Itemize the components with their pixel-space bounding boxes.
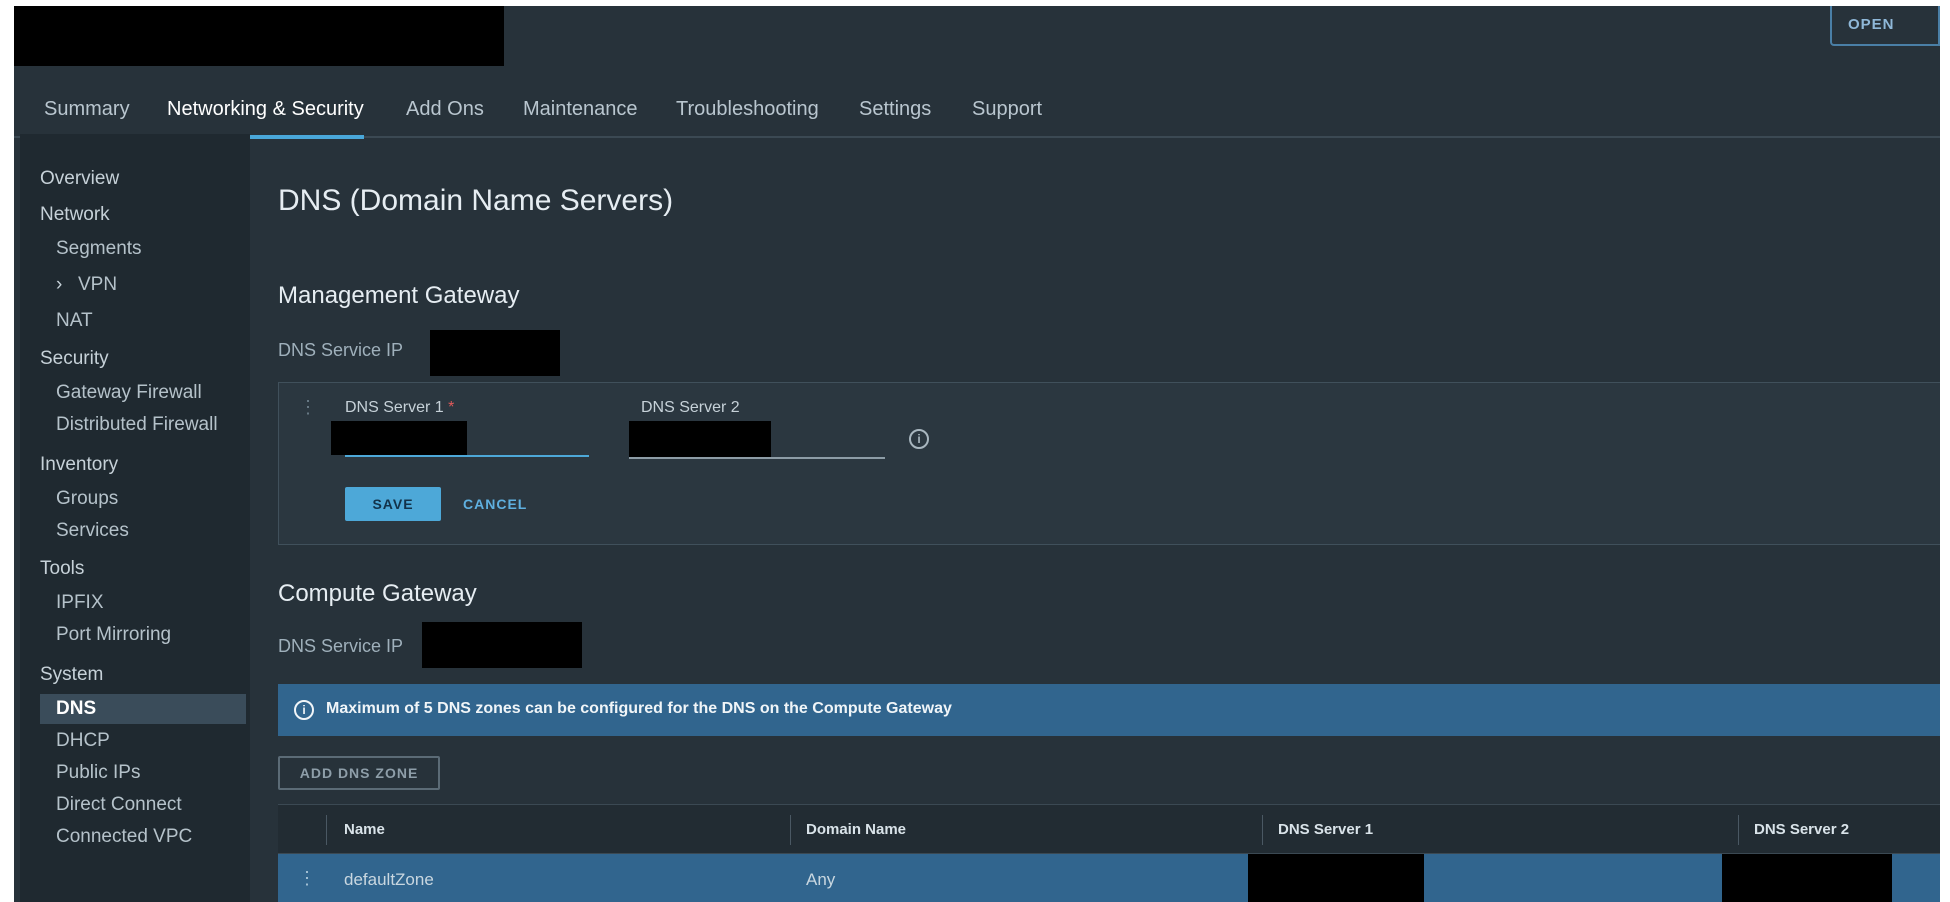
sidebar-item-services[interactable]: Services bbox=[20, 516, 250, 546]
tab-networking-security[interactable]: Networking & Security bbox=[167, 98, 364, 139]
compute-gateway-heading: Compute Gateway bbox=[278, 580, 477, 607]
save-button[interactable]: SAVE bbox=[345, 487, 441, 521]
sidebar-item-vpn[interactable]: › VPN bbox=[20, 270, 250, 300]
dns-server-1-input[interactable] bbox=[331, 421, 467, 455]
table-header: Name Domain Name DNS Server 1 DNS Server… bbox=[278, 804, 1940, 854]
dns-server-2-underline bbox=[629, 457, 885, 459]
sidebar-item-port-mirroring[interactable]: Port Mirroring bbox=[20, 620, 250, 650]
sidebar-item-connected-vpc[interactable]: Connected VPC bbox=[20, 822, 250, 852]
sidebar-item-dns[interactable]: DNS bbox=[40, 694, 246, 724]
sidebar-item-public-ips[interactable]: Public IPs bbox=[20, 758, 250, 788]
sidebar-item-direct-connect[interactable]: Direct Connect bbox=[20, 790, 250, 820]
cell-dns-server-1 bbox=[1248, 854, 1424, 902]
tab-add-ons[interactable]: Add Ons bbox=[406, 98, 484, 135]
sidebar-item-ipfix[interactable]: IPFIX bbox=[20, 588, 250, 618]
cgw-dns-service-ip-value bbox=[422, 622, 582, 668]
mgmt-dns-service-ip-label: DNS Service IP bbox=[278, 340, 404, 360]
sidebar-item-gateway-firewall[interactable]: Gateway Firewall bbox=[20, 378, 250, 408]
cancel-button[interactable]: CANCEL bbox=[463, 487, 527, 521]
sidebar-item-segments[interactable]: Segments bbox=[20, 234, 250, 264]
column-separator bbox=[1738, 815, 1739, 845]
dns-server-1-label-text: DNS Server 1 bbox=[345, 399, 444, 416]
app-frame: OPEN Summary Networking & Security Add O… bbox=[14, 6, 1940, 902]
column-header-domain-name[interactable]: Domain Name bbox=[806, 821, 906, 838]
tab-troubleshooting[interactable]: Troubleshooting bbox=[676, 98, 819, 135]
sidebar-item-overview[interactable]: Overview bbox=[20, 164, 250, 194]
add-dns-zone-button[interactable]: ADD DNS ZONE bbox=[278, 756, 440, 790]
cell-name: defaultZone bbox=[344, 870, 434, 889]
mgmt-dns-service-ip-value bbox=[430, 330, 560, 376]
sidebar-group-system: System bbox=[40, 664, 104, 685]
dns-server-2-input[interactable] bbox=[629, 421, 771, 459]
sidebar-item-distributed-firewall[interactable]: Distributed Firewall bbox=[20, 410, 250, 440]
dns-server-1-underline bbox=[345, 455, 589, 457]
open-button[interactable]: OPEN bbox=[1830, 6, 1940, 46]
mgmt-dns-edit-card: ⋮ DNS Server 1 * DNS Server 2 i SAVE CAN… bbox=[278, 382, 1940, 545]
column-header-dns-server-2[interactable]: DNS Server 2 bbox=[1754, 821, 1849, 838]
dns-server-1-label: DNS Server 1 * bbox=[345, 399, 454, 417]
sidebar-item-groups[interactable]: Groups bbox=[20, 484, 250, 514]
chevron-right-icon[interactable]: › bbox=[56, 270, 78, 300]
sidebar-group-tools: Tools bbox=[40, 558, 85, 579]
sidebar-group-inventory: Inventory bbox=[40, 454, 119, 475]
sidebar-item-vpn-label: VPN bbox=[78, 274, 118, 295]
sidebar-group-security: Security bbox=[40, 348, 109, 369]
column-separator bbox=[326, 815, 327, 845]
management-gateway-heading: Management Gateway bbox=[278, 282, 520, 309]
page-title: DNS (Domain Name Servers) bbox=[278, 184, 674, 217]
main-content: DNS (Domain Name Servers) Management Gat… bbox=[250, 134, 1940, 902]
kebab-menu-icon[interactable]: ⋮ bbox=[299, 397, 317, 418]
column-separator bbox=[1262, 815, 1263, 845]
table-row[interactable]: ⋮ defaultZone Any bbox=[278, 854, 1940, 902]
sidebar-nav: Overview Network Segments › VPN NAT Secur… bbox=[20, 134, 250, 902]
cgw-dns-service-ip-label: DNS Service IP bbox=[278, 636, 404, 656]
sidebar-item-nat[interactable]: NAT bbox=[20, 306, 250, 336]
column-separator bbox=[790, 815, 791, 845]
redacted-header-title bbox=[14, 6, 504, 66]
tab-support[interactable]: Support bbox=[972, 98, 1042, 135]
sidebar-group-network: Network bbox=[40, 204, 110, 225]
tab-summary[interactable]: Summary bbox=[44, 98, 130, 135]
banner-text: Maximum of 5 DNS zones can be configured… bbox=[326, 700, 952, 717]
sidebar-item-dhcp[interactable]: DHCP bbox=[20, 726, 250, 756]
cell-dns-server-2 bbox=[1722, 854, 1892, 902]
dns-server-2-label: DNS Server 2 bbox=[641, 399, 740, 416]
info-banner: i Maximum of 5 DNS zones can be configur… bbox=[278, 684, 1940, 736]
tab-maintenance[interactable]: Maintenance bbox=[523, 98, 638, 135]
column-header-name[interactable]: Name bbox=[344, 821, 385, 838]
info-icon: i bbox=[294, 700, 314, 720]
tab-settings[interactable]: Settings bbox=[859, 98, 931, 135]
column-header-dns-server-1[interactable]: DNS Server 1 bbox=[1278, 821, 1373, 838]
top-tabs: Summary Networking & Security Add Ons Ma… bbox=[14, 86, 1940, 139]
required-marker: * bbox=[448, 399, 455, 416]
info-icon[interactable]: i bbox=[909, 429, 929, 449]
row-kebab-menu-icon[interactable]: ⋮ bbox=[298, 868, 316, 889]
cell-domain-name: Any bbox=[806, 870, 836, 889]
